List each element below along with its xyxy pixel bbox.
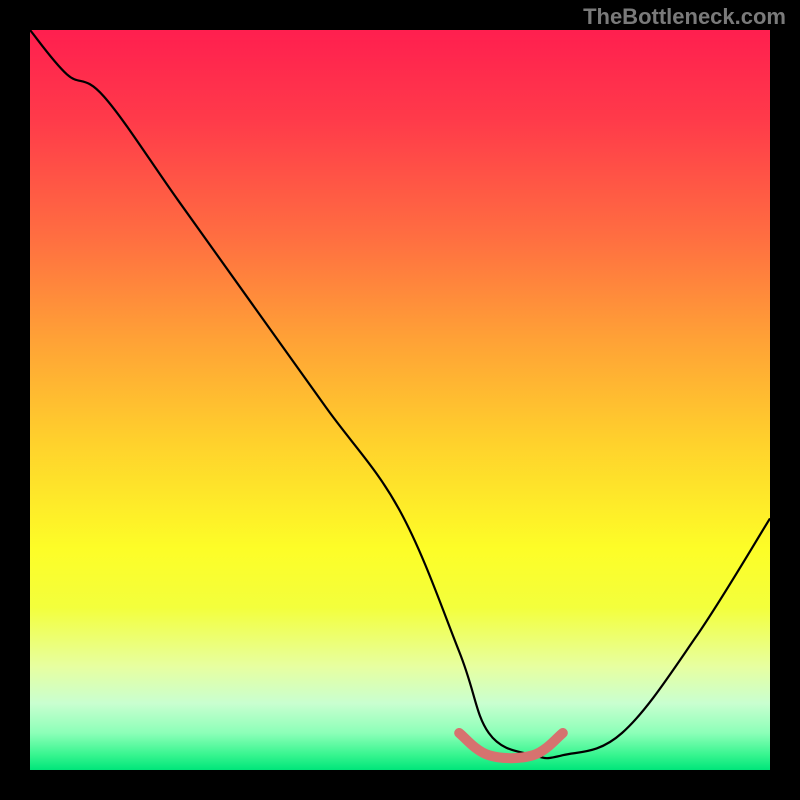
watermark-text: TheBottleneck.com — [583, 4, 786, 30]
chart-plot-area — [30, 30, 770, 770]
optimal-range-highlight — [459, 733, 563, 758]
chart-svg — [30, 30, 770, 770]
bottleneck-curve-line — [30, 30, 770, 758]
